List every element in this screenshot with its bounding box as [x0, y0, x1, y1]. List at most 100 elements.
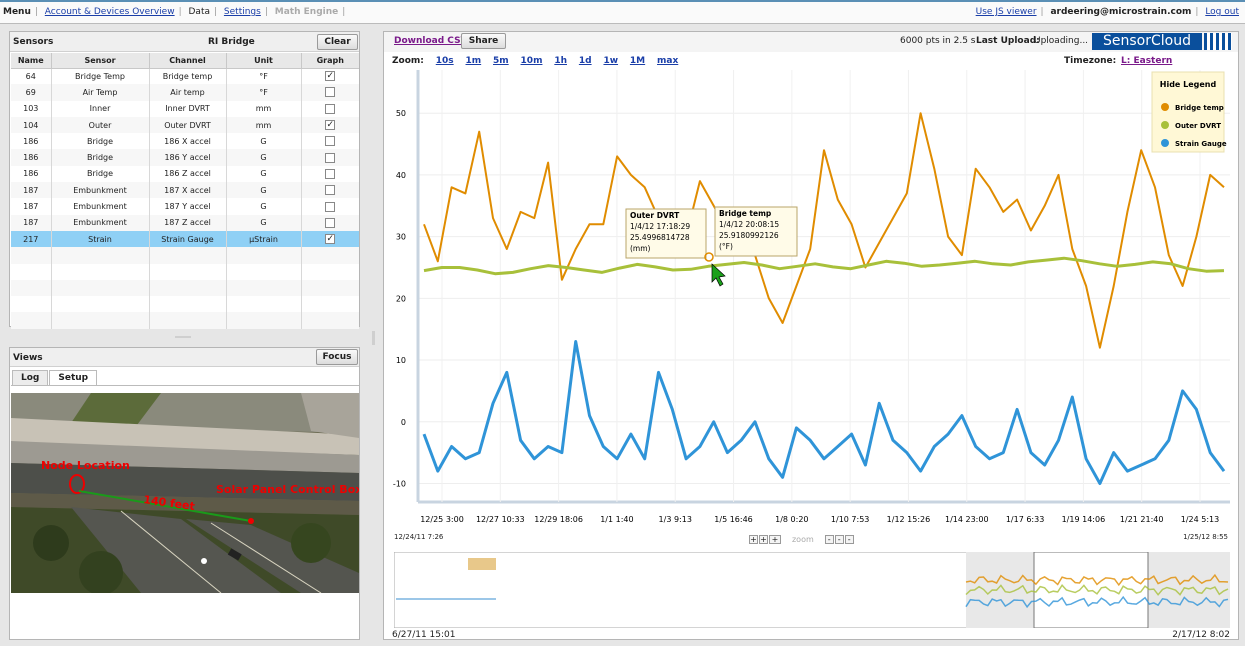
table-row[interactable]: 187 Embunkment 187 X accel G — [11, 182, 359, 199]
cell-channel: 186 Y accel — [149, 149, 227, 166]
graph-checkbox[interactable]: ✓ — [325, 234, 336, 245]
graph-checkbox[interactable] — [325, 217, 336, 228]
nav-data[interactable]: Data — [189, 7, 211, 17]
zoom-out-button[interactable]: - — [834, 535, 844, 544]
table-row[interactable]: 104 Outer Outer DVRT mm ✓ — [11, 116, 359, 134]
graph-checkbox[interactable] — [325, 168, 336, 179]
aerial-photo: Node Location 140 feet Solar Panel Contr… — [11, 393, 359, 593]
tab-setup[interactable]: Setup — [49, 370, 98, 386]
panel-splitter[interactable] — [175, 336, 191, 338]
zoom-10s[interactable]: 10s — [436, 56, 454, 66]
zoom-in-large-button[interactable]: + — [769, 535, 781, 544]
svg-text:1/4/12 20:08:15: 1/4/12 20:08:15 — [719, 220, 779, 229]
cell-unit: °F — [226, 84, 302, 101]
table-row[interactable]: 103 Inner Inner DVRT mm — [11, 100, 359, 117]
zoom-5m[interactable]: 5m — [493, 56, 509, 66]
top-nav: Menu | Account & Devices Overview | Data | … — [3, 7, 346, 17]
graph-checkbox[interactable] — [325, 201, 336, 212]
zoom-1w[interactable]: 1w — [603, 56, 618, 66]
zoom-1m[interactable]: 1m — [466, 56, 482, 66]
zoom-10m[interactable]: 10m — [521, 56, 543, 66]
zoom-in-small-button[interactable]: + — [749, 535, 758, 544]
cell-sensor: Bridge — [51, 149, 150, 166]
graph-checkbox[interactable] — [325, 103, 336, 114]
sensorcloud-logo-bars — [1204, 33, 1232, 50]
col-name[interactable]: Name — [11, 53, 52, 69]
table-row[interactable]: 187 Embunkment 187 Z accel G — [11, 214, 359, 231]
table-row[interactable]: 187 Embunkment 187 Y accel G — [11, 198, 359, 215]
cell-channel: Outer DVRT — [149, 116, 227, 134]
x-tick-label: 1/12 15:26 — [887, 515, 931, 524]
zoom-1M[interactable]: 1M — [630, 56, 645, 66]
table-row[interactable]: 217 Strain Strain Gauge µStrain ✓ — [11, 230, 359, 248]
legend-item-strain-gauge[interactable]: Strain Gauge — [1175, 140, 1227, 148]
vertical-splitter[interactable] — [372, 331, 375, 345]
x-tick-label: 12/25 3:00 — [420, 515, 464, 524]
graph-checkbox[interactable] — [325, 185, 336, 196]
menu-button[interactable]: Menu — [3, 7, 31, 17]
focus-button[interactable]: Focus — [316, 349, 358, 365]
table-row[interactable]: 186 Bridge 186 X accel G — [11, 133, 359, 150]
empty-row — [11, 312, 359, 329]
overview-navigator[interactable] — [394, 552, 1230, 628]
empty-row — [11, 279, 359, 297]
graph-checkbox[interactable] — [325, 136, 336, 147]
zoom-max[interactable]: max — [657, 56, 678, 66]
graph-checkbox[interactable] — [325, 152, 336, 163]
nav-account-devices[interactable]: Account & Devices Overview — [45, 7, 175, 17]
x-tick-label: 12/27 10:33 — [476, 515, 525, 524]
table-row[interactable]: 186 Bridge 186 Y accel G — [11, 149, 359, 166]
col-sensor[interactable]: Sensor — [51, 53, 150, 69]
zoom-in-button[interactable]: + — [759, 535, 768, 544]
nav-settings[interactable]: Settings — [224, 7, 261, 17]
cell-sensor: Outer — [51, 116, 150, 134]
cell-name: 186 — [11, 165, 52, 183]
overview-start: 6/27/11 15:01 — [392, 630, 456, 640]
user-email: ardeering@microstrain.com — [1050, 7, 1192, 17]
cell-name: 187 — [11, 198, 52, 215]
timezone-label: Timezone: — [1064, 56, 1117, 66]
cell-unit: G — [226, 133, 302, 150]
cell-channel: 186 Z accel — [149, 165, 227, 183]
graph-checkbox[interactable] — [325, 87, 336, 98]
y-tick-label: 0 — [401, 418, 406, 427]
col-unit[interactable]: Unit — [226, 53, 302, 69]
hide-legend-button[interactable]: Hide Legend — [1160, 80, 1217, 89]
y-tick-label: 20 — [396, 294, 406, 303]
col-channel[interactable]: Channel — [149, 53, 227, 69]
zoom-out-large-button[interactable]: - — [824, 535, 834, 544]
cell-graph — [301, 149, 359, 166]
cell-sensor: Inner — [51, 100, 150, 117]
legend-item-outer-dvrt[interactable]: Outer DVRT — [1175, 122, 1221, 130]
timezone-select[interactable]: L: Eastern — [1121, 56, 1172, 66]
legend-item-bridge-temp[interactable]: Bridge temp — [1175, 104, 1224, 112]
js-viewer-link[interactable]: Use JS viewer — [976, 7, 1037, 17]
map-label-solar: Solar Panel Control Box — [216, 483, 359, 496]
table-row[interactable]: 186 Bridge 186 Z accel G — [11, 165, 359, 183]
cell-name: 69 — [11, 84, 52, 101]
zoom-1d[interactable]: 1d — [579, 56, 592, 66]
cell-graph — [301, 101, 359, 117]
range-start: 12/24/11 7:26 — [394, 533, 444, 541]
cell-graph: ✓ — [301, 116, 359, 134]
share-button[interactable]: Share — [461, 33, 506, 49]
zoom-out-small-button[interactable]: - — [844, 535, 854, 544]
cell-channel: 187 X accel — [149, 182, 227, 199]
cell-graph — [301, 166, 359, 182]
tab-log[interactable]: Log — [12, 370, 49, 386]
col-graph[interactable]: Graph — [301, 53, 359, 69]
table-row[interactable]: 64 Bridge Temp Bridge temp °F ✓ — [11, 68, 359, 85]
table-row[interactable]: 69 Air Temp Air temp °F — [11, 84, 359, 101]
x-tick-label: 12/29 18:06 — [534, 515, 583, 524]
main-chart[interactable]: -10 0 10 20 30 40 50 12/25 3:00 12/27 10:33 12/29… — [384, 68, 1238, 528]
cell-unit: °F — [226, 68, 302, 85]
graph-checkbox[interactable]: ✓ — [325, 120, 336, 131]
zoom-1h[interactable]: 1h — [554, 56, 567, 66]
download-csv-link[interactable]: Download CSV — [394, 36, 468, 46]
cell-channel: Strain Gauge — [149, 230, 227, 248]
graph-checkbox[interactable]: ✓ — [325, 71, 336, 82]
clear-button[interactable]: Clear — [317, 34, 358, 50]
svg-text:Outer DVRT: Outer DVRT — [630, 211, 680, 220]
y-tick-label: 30 — [396, 233, 406, 242]
logout-link[interactable]: Log out — [1205, 7, 1239, 17]
